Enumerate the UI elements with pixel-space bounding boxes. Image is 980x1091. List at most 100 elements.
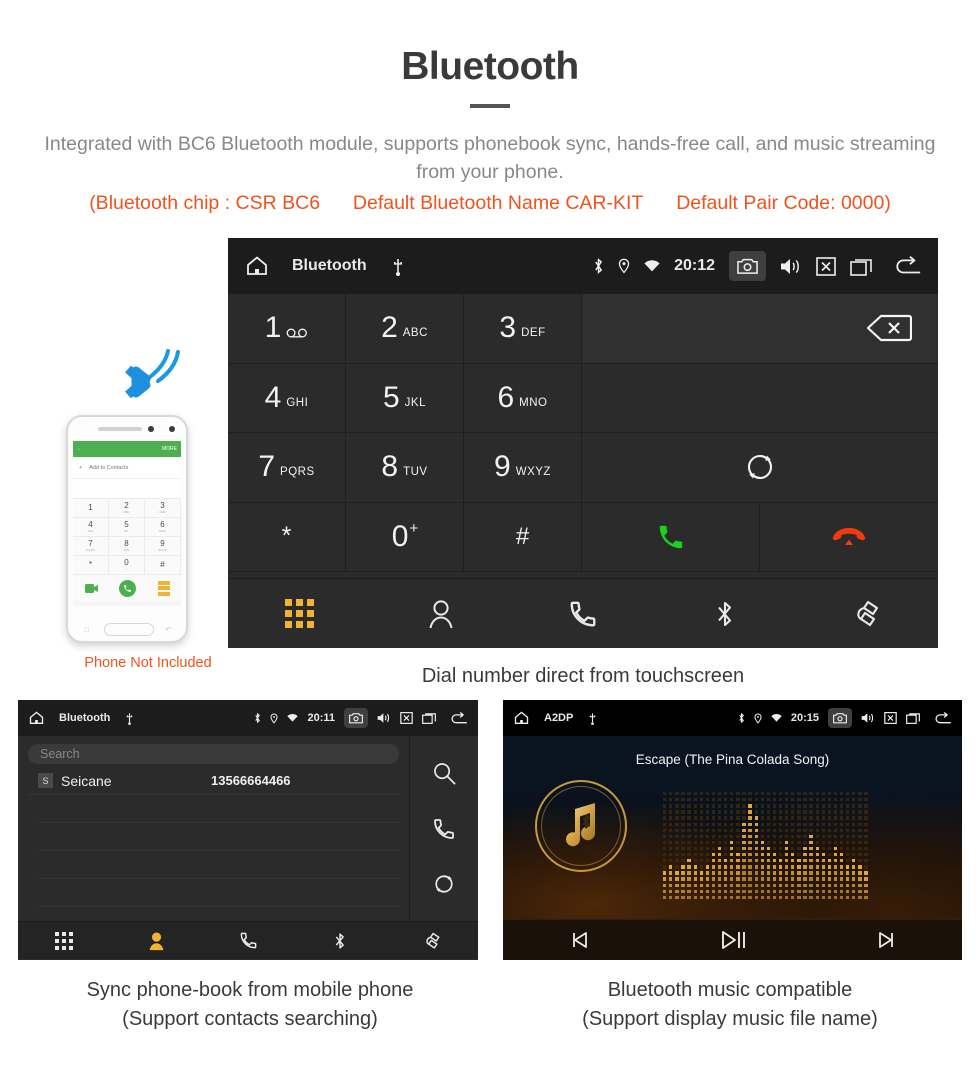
call-icon bbox=[656, 522, 686, 552]
key-hash[interactable]: # bbox=[464, 502, 582, 571]
key-8[interactable]: 8 TUV bbox=[346, 433, 464, 502]
key-9[interactable]: 9 WXYZ bbox=[464, 433, 582, 502]
key-0[interactable]: 0 + bbox=[346, 502, 464, 571]
sync-icon[interactable] bbox=[432, 872, 456, 896]
link-icon bbox=[423, 931, 442, 951]
phone-add-to-contacts[interactable]: + Add to Contacts bbox=[73, 457, 181, 479]
volume-icon[interactable] bbox=[861, 712, 875, 724]
camera-icon[interactable] bbox=[729, 251, 766, 281]
phone-key-digit: 0 bbox=[124, 558, 129, 567]
phone-key-0[interactable]: 0 + bbox=[109, 556, 145, 575]
phone-key-letters: DEF bbox=[159, 510, 166, 514]
key-2[interactable]: 2 ABC bbox=[346, 294, 464, 363]
home-icon[interactable] bbox=[28, 710, 45, 726]
phone-call-button[interactable] bbox=[109, 579, 145, 597]
nav-dialpad[interactable] bbox=[228, 599, 370, 628]
phone-keypad-toggle[interactable] bbox=[145, 580, 181, 596]
previous-button[interactable] bbox=[503, 930, 656, 950]
nav-bluetooth[interactable] bbox=[654, 598, 796, 630]
phone-key-letters: TUV bbox=[123, 548, 130, 552]
close-box-icon[interactable] bbox=[816, 256, 836, 276]
nav-contacts[interactable] bbox=[370, 599, 512, 629]
nav-call-log[interactable] bbox=[202, 931, 294, 950]
phone-not-included-label: Phone Not Included bbox=[84, 655, 212, 671]
phone-key-star[interactable]: * bbox=[73, 556, 109, 575]
search-icon[interactable] bbox=[432, 761, 457, 786]
phone-icon[interactable] bbox=[432, 817, 456, 841]
contact-row[interactable]: S Seicane 13566664466 bbox=[28, 767, 399, 795]
phonebook-caption: Sync phone-book from mobile phone (Suppo… bbox=[0, 976, 500, 1034]
phone-key-2[interactable]: 2 ABC bbox=[109, 499, 145, 518]
recents-icon[interactable] bbox=[422, 712, 436, 724]
nav-contacts[interactable] bbox=[110, 931, 202, 951]
key-6[interactable]: 6 MNO bbox=[464, 363, 582, 432]
nav-pair-link[interactable] bbox=[386, 931, 478, 951]
phone-key-digit: 3 bbox=[160, 501, 165, 510]
nav-dialpad[interactable] bbox=[18, 931, 110, 950]
recents-icon[interactable] bbox=[906, 712, 920, 724]
key-star[interactable]: * bbox=[228, 502, 346, 571]
number-display[interactable] bbox=[582, 364, 938, 433]
search-input[interactable]: Search bbox=[28, 744, 399, 764]
volume-icon[interactable] bbox=[780, 257, 802, 276]
phone-key-8[interactable]: 8 TUV bbox=[109, 537, 145, 556]
key-4[interactable]: 4 GHI bbox=[228, 363, 346, 432]
key-5[interactable]: 5 JKL bbox=[346, 363, 464, 432]
next-button[interactable] bbox=[809, 930, 962, 950]
key-1[interactable]: 1 bbox=[228, 294, 346, 363]
sync-icon bbox=[743, 450, 777, 484]
hangup-button[interactable] bbox=[760, 503, 938, 572]
key-digit: # bbox=[515, 522, 530, 550]
nav-bluetooth[interactable] bbox=[294, 931, 386, 951]
phone-key-6[interactable]: 6 MNO bbox=[145, 518, 181, 537]
volume-icon[interactable] bbox=[377, 712, 391, 724]
bluetooth-icon bbox=[254, 712, 261, 724]
back-icon[interactable] bbox=[894, 256, 922, 276]
key-digit: 2 bbox=[381, 311, 398, 345]
status-bar-right: 20:15 bbox=[729, 708, 952, 728]
close-box-icon[interactable] bbox=[400, 712, 413, 724]
phone-number-field[interactable] bbox=[73, 479, 181, 499]
nav-call-log[interactable] bbox=[512, 599, 654, 629]
key-letters: WXYZ bbox=[515, 466, 551, 479]
back-icon[interactable] bbox=[934, 711, 952, 725]
backspace-button[interactable] bbox=[582, 294, 938, 363]
back-icon[interactable] bbox=[450, 711, 468, 725]
phone-more-button[interactable]: MORE bbox=[162, 446, 177, 452]
key-digit: 7 bbox=[258, 450, 276, 484]
skip-previous-icon bbox=[569, 930, 591, 950]
nav-pair-link[interactable] bbox=[796, 598, 938, 630]
recents-icon[interactable] bbox=[850, 257, 872, 276]
phone-key-9[interactable]: 9 WXYZ bbox=[145, 537, 181, 556]
key-3[interactable]: 3 DEF bbox=[464, 294, 582, 363]
key-digit: 3 bbox=[499, 311, 517, 345]
call-button[interactable] bbox=[582, 502, 760, 571]
phone-nav-recents[interactable]: □ bbox=[84, 625, 89, 634]
close-box-icon[interactable] bbox=[884, 712, 897, 724]
page-subtitle: Integrated with BC6 Bluetooth module, su… bbox=[44, 133, 936, 183]
key-7[interactable]: 7 PQRS bbox=[228, 433, 346, 502]
phone-back-arrow[interactable]: ← bbox=[77, 446, 82, 452]
phone-key-1[interactable]: 1 bbox=[73, 499, 109, 518]
phone-key-4[interactable]: 4 GHI bbox=[73, 518, 109, 537]
phone-nav-back[interactable]: ↶ bbox=[165, 625, 172, 634]
phone-video-call-button[interactable] bbox=[73, 583, 109, 593]
phone-key-5[interactable]: 5 JKL bbox=[109, 518, 145, 537]
phone-key-3[interactable]: 3 DEF bbox=[145, 499, 181, 518]
play-pause-button[interactable] bbox=[656, 929, 809, 951]
sync-contacts-button[interactable] bbox=[582, 433, 938, 502]
camera-icon[interactable] bbox=[344, 708, 368, 728]
phone-home-button[interactable] bbox=[104, 623, 154, 636]
list-item bbox=[38, 795, 399, 823]
status-bar-left: A2DP bbox=[513, 710, 596, 726]
home-icon[interactable] bbox=[244, 254, 270, 278]
music-caption-line1: Bluetooth music compatible bbox=[607, 979, 853, 1001]
home-icon[interactable] bbox=[513, 710, 530, 726]
phone-key-hash[interactable]: # bbox=[145, 556, 181, 575]
camera-icon[interactable] bbox=[828, 708, 852, 728]
key-digit: 8 bbox=[381, 450, 399, 484]
skip-next-icon bbox=[875, 930, 897, 950]
phonebook-side-actions bbox=[410, 736, 478, 921]
music-caption-line2: (Support display music file name) bbox=[582, 1008, 878, 1030]
phone-key-7[interactable]: 7 PQRS bbox=[73, 537, 109, 556]
